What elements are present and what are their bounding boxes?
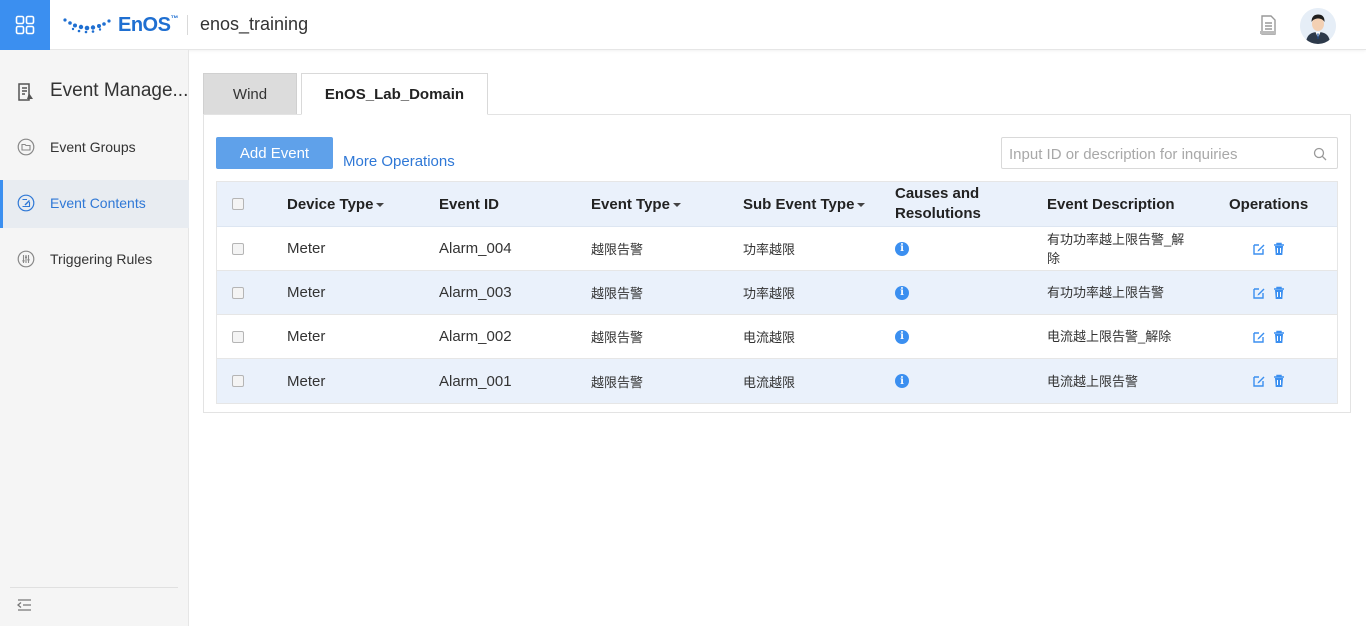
cell-causes: i (895, 359, 909, 403)
logo-dots-icon (63, 18, 111, 34)
cell-operations (1252, 227, 1292, 270)
cell-operations (1252, 271, 1292, 314)
cell-causes: i (895, 227, 909, 270)
document-icon (1260, 15, 1276, 35)
tab-enos-lab-domain[interactable]: EnOS_Lab_Domain (301, 73, 488, 115)
tab-wind[interactable]: Wind (203, 73, 297, 115)
user-avatar[interactable] (1300, 8, 1336, 44)
cell-event-type: 越限告警 (591, 242, 644, 257)
cell-sub-event-type: 功率越限 (743, 242, 796, 257)
event-management-icon (18, 83, 33, 101)
cell-device-type: Meter (287, 372, 326, 390)
cell-sub-event-type: 功率越限 (743, 286, 796, 301)
search-icon[interactable] (1313, 147, 1327, 161)
avatar-icon (1300, 8, 1336, 44)
header-operations: Operations (1229, 195, 1309, 213)
folder-circle-icon (17, 138, 35, 156)
edit-icon[interactable] (1252, 330, 1266, 344)
document-button[interactable] (1257, 14, 1279, 36)
header-divider (187, 15, 188, 35)
header-event-description: Event Description (1047, 195, 1175, 213)
cell-event-id: Alarm_004 (439, 240, 512, 257)
search-input[interactable] (1009, 144, 1309, 164)
edit-icon[interactable] (1252, 242, 1266, 256)
info-icon[interactable]: i (895, 285, 909, 300)
cell-operations (1252, 359, 1292, 403)
table-header-row: Device Type Event ID Event Type Sub Even… (217, 182, 1337, 227)
top-bar: EnOS™ enos_training (0, 0, 1366, 50)
cell-event-id: Alarm_003 (439, 284, 512, 301)
row-checkbox[interactable] (232, 286, 244, 299)
more-operations-link[interactable]: More Operations (343, 153, 455, 170)
sliders-circle-icon (17, 250, 35, 268)
sidebar-title-text: Event Manage... (50, 80, 189, 101)
sidebar-item-label: Event Contents (50, 195, 146, 211)
header-device-type[interactable]: Device Type (287, 182, 385, 226)
cell-device-type: Meter (287, 240, 326, 257)
table-row: Meter Alarm_004 越限告警 功率越限 i 有功功率越上限告警_解除 (217, 227, 1337, 271)
cell-device-type: Meter (287, 284, 326, 301)
sort-caret-icon[interactable] (857, 203, 866, 207)
trash-icon[interactable] (1272, 242, 1286, 256)
logo-text: EnOS™ (118, 13, 178, 36)
sidebar-item-label: Event Groups (50, 139, 136, 155)
sidebar-item-event-groups[interactable]: Event Groups (0, 124, 189, 172)
sort-caret-icon[interactable] (376, 203, 385, 207)
header-sub-event-type[interactable]: Sub Event Type (743, 182, 866, 226)
app-switcher-button[interactable] (0, 0, 50, 50)
sort-caret-icon[interactable] (672, 203, 681, 207)
info-icon[interactable]: i (895, 329, 909, 344)
collapse-menu-icon (16, 599, 31, 611)
cell-event-type: 越限告警 (591, 374, 644, 390)
row-checkbox[interactable] (232, 375, 244, 387)
header-causes-resolutions: Causes and Resolutions (895, 185, 981, 222)
trash-icon[interactable] (1272, 374, 1286, 388)
cell-event-id: Alarm_002 (439, 328, 512, 345)
add-event-button[interactable]: Add Event (216, 137, 333, 169)
cell-event-type: 越限告警 (591, 330, 644, 345)
select-all-checkbox[interactable] (232, 198, 244, 210)
sidebar-title: Event Manage... (0, 72, 189, 112)
cell-description: 有功功率越上限告警 (1047, 285, 1165, 300)
cell-description: 有功功率越上限告警_解除 (1047, 231, 1185, 266)
sidebar-item-label: Triggering Rules (50, 251, 153, 267)
trash-icon[interactable] (1272, 330, 1286, 344)
enos-logo[interactable]: EnOS™ (62, 12, 178, 38)
info-icon[interactable]: i (895, 374, 909, 388)
row-checkbox[interactable] (232, 330, 244, 343)
sidebar: Event Manage... Event Groups Event Conte… (0, 50, 189, 626)
select-all-cell (232, 182, 244, 226)
table-row: Meter Alarm_002 越限告警 电流越限 i 电流越上限告警_解除 (217, 315, 1337, 359)
cell-event-type: 越限告警 (591, 286, 644, 301)
header-event-type[interactable]: Event Type (591, 182, 681, 226)
edit-circle-icon (17, 194, 35, 212)
edit-icon[interactable] (1252, 374, 1266, 388)
search-box (1001, 137, 1338, 169)
table-row: Meter Alarm_003 越限告警 功率越限 i 有功功率越上限告警 (217, 271, 1337, 315)
grid-icon (15, 15, 35, 35)
cell-sub-event-type: 电流越限 (743, 374, 796, 390)
sidebar-divider (10, 587, 178, 588)
cell-device-type: Meter (287, 328, 326, 345)
sidebar-item-triggering-rules[interactable]: Triggering Rules (0, 236, 189, 284)
cell-causes: i (895, 315, 909, 358)
cell-operations (1252, 315, 1292, 358)
events-table: Device Type Event ID Event Type Sub Even… (216, 181, 1338, 404)
cell-description: 电流越上限告警 (1047, 373, 1139, 389)
organization-name: enos_training (200, 14, 309, 34)
edit-icon[interactable] (1252, 286, 1266, 300)
sidebar-item-event-contents[interactable]: Event Contents (0, 180, 189, 228)
cell-sub-event-type: 电流越限 (743, 330, 796, 345)
collapse-sidebar-button[interactable] (16, 597, 34, 613)
cell-event-id: Alarm_001 (439, 372, 512, 390)
row-checkbox[interactable] (232, 242, 244, 255)
header-event-id: Event ID (439, 195, 500, 213)
info-icon[interactable]: i (895, 241, 909, 256)
trash-icon[interactable] (1272, 286, 1286, 300)
cell-causes: i (895, 271, 909, 314)
table-row: Meter Alarm_001 越限告警 电流越限 i 电流越上限告警 (217, 359, 1337, 403)
cell-description: 电流越上限告警_解除 (1047, 329, 1172, 344)
